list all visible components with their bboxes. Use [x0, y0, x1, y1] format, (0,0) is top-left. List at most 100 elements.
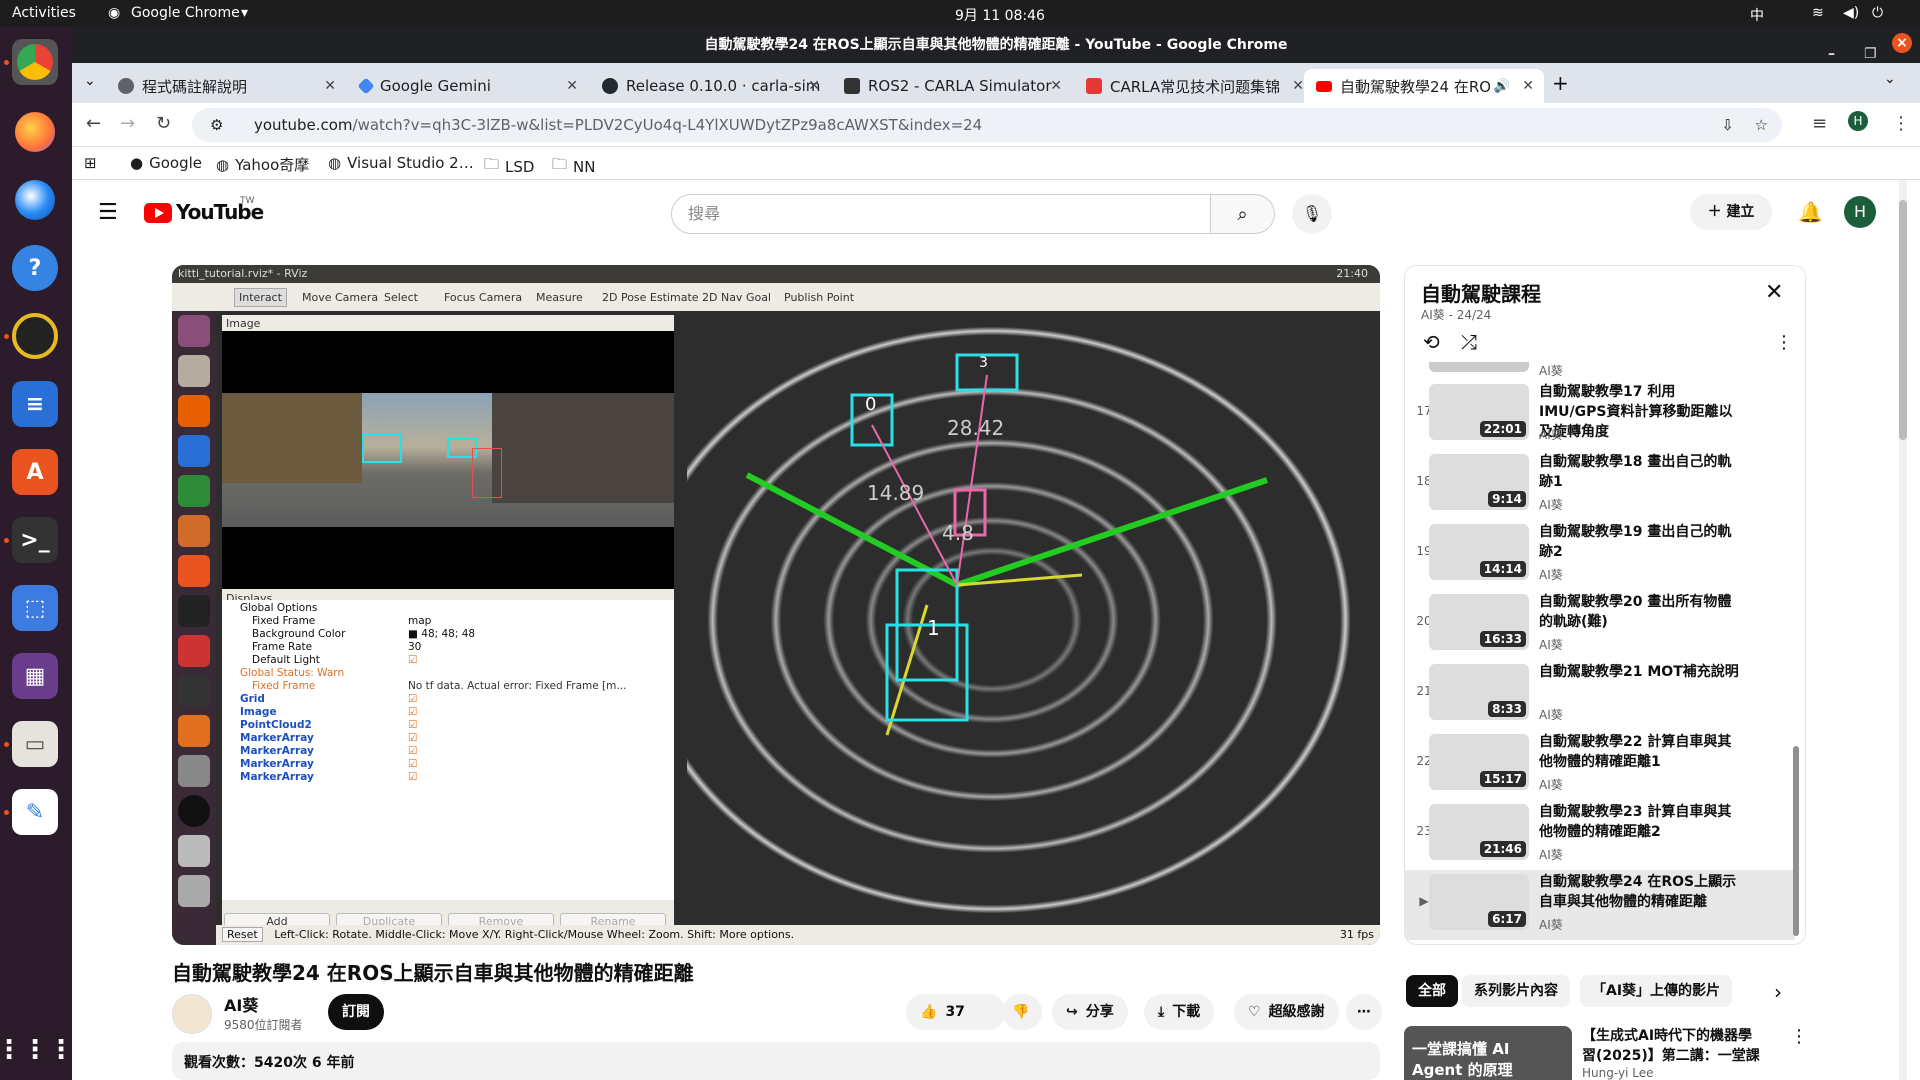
software-icon[interactable]: A	[12, 449, 58, 495]
voice-search-icon[interactable]: 🎙	[1292, 194, 1332, 234]
page-scrollbar[interactable]	[1899, 180, 1907, 1080]
volume-icon[interactable]: ◀)	[1843, 5, 1859, 21]
playlist-item-channel: AI葵	[1539, 848, 1563, 862]
bookmark-folder-lsd[interactable]: 🗀 LSD	[484, 154, 534, 179]
tab-4[interactable]: ROS2 - CARLA Simulator ✕	[832, 69, 1072, 103]
tab-search-icon[interactable]: ⌄	[84, 73, 96, 89]
text-editor-icon[interactable]: ✎	[12, 789, 58, 835]
chrome-menu-icon[interactable]: ⋮	[1892, 113, 1910, 134]
shuffle-icon[interactable]: ⤮	[1461, 330, 1477, 354]
tab-list-icon[interactable]: ⌄	[1884, 71, 1896, 87]
notifications-bell-icon[interactable]: 🔔	[1798, 200, 1823, 224]
recommendation-title[interactable]: 【生成式AI時代下的機器學習(2025)】第二講：一堂課搞懂 ...	[1582, 1026, 1762, 1066]
youtube-logo-icon[interactable]	[144, 203, 172, 223]
reload-icon[interactable]: ↻	[156, 113, 171, 134]
search-button[interactable]: ⌕	[1211, 194, 1275, 234]
speaker-icon[interactable]: 🔊	[1494, 79, 1510, 94]
wifi-icon[interactable]: ≋	[1812, 5, 1824, 21]
description-box[interactable]: 觀看次數：5420次 6 年前	[172, 1042, 1380, 1080]
thunderbird-icon[interactable]	[12, 177, 58, 223]
playlist-item[interactable]: 20 16:33 自動駕駛教學20 畫出所有物體的軌跡(難) AI葵	[1405, 590, 1795, 660]
close-tab-icon[interactable]: ✕	[566, 78, 578, 94]
chip-series[interactable]: 系列影片內容	[1462, 975, 1570, 1007]
site-info-icon[interactable]: ⚙	[210, 108, 223, 142]
playlist-item[interactable]: ▶ 6:17 自動駕駛教學24 在ROS上顯示自車與其他物體的精確距離 AI葵	[1405, 870, 1795, 940]
activities-button[interactable]: Activities	[12, 5, 76, 21]
bookmark-star-icon[interactable]: ☆	[1755, 108, 1768, 142]
bookmark-google[interactable]: ● Google	[130, 154, 202, 172]
video-icon[interactable]: ▦	[12, 653, 58, 699]
channel-name[interactable]: AI葵	[224, 992, 258, 1016]
channel-avatar[interactable]	[172, 994, 212, 1034]
super-thanks-button[interactable]: ♡ 超級感謝	[1234, 994, 1339, 1030]
tab-6-active[interactable]: 自動駕駛教學24 在RO 🔊 ✕	[1304, 69, 1544, 103]
close-tab-icon[interactable]: ✕	[324, 78, 336, 94]
input-method[interactable]: 中	[1750, 5, 1764, 25]
playlist-item[interactable]: 19 14:14 自動駕駛教學19 畫出自己的軌跡2 AI葵	[1405, 520, 1795, 590]
playlist-scrollbar[interactable]	[1793, 366, 1799, 936]
media-control-icon[interactable]: ≡	[1812, 113, 1827, 134]
displays-tree: Global Options Fixed Frame map Background…	[222, 600, 674, 900]
power-icon[interactable]: ⏻	[1872, 5, 1883, 21]
bookmark-folder-nn[interactable]: 🗀 NN	[552, 154, 595, 179]
terminal-icon[interactable]: >_	[12, 517, 58, 563]
forward-icon[interactable]: →	[120, 113, 135, 134]
close-tab-icon[interactable]: ✕	[1522, 78, 1534, 94]
playlist-item[interactable]: 18 9:14 自動駕駛教學18 畫出自己的軌跡1 AI葵	[1405, 450, 1795, 520]
playlist-item[interactable]: 17 22:01 自動駕駛教學17 利用IMU/GPS資料計算移動距離以及旋轉角度 A…	[1405, 380, 1795, 450]
chrome-icon[interactable]	[12, 39, 58, 85]
more-actions-button[interactable]: ⋯	[1346, 994, 1382, 1030]
tab-1[interactable]: 程式碼註解說明 ✕	[106, 69, 346, 103]
bookmark-yahoo[interactable]: ◍ Yahoo奇摩	[216, 154, 309, 175]
chip-next-icon[interactable]: ›	[1774, 980, 1782, 1004]
clock[interactable]: 9月 11 08:46	[955, 5, 1045, 25]
youtube-favicon-icon	[1316, 80, 1332, 92]
chip-channel-uploads[interactable]: 「AI葵」上傳的影片	[1580, 975, 1733, 1007]
back-icon[interactable]: ←	[86, 113, 101, 134]
dislike-button[interactable]: 👎	[1002, 994, 1042, 1030]
close-window-icon[interactable]: ×	[1892, 33, 1912, 53]
screenshot-icon[interactable]: ⬚	[12, 585, 58, 631]
files-icon[interactable]: ▭	[12, 721, 58, 767]
profile-avatar[interactable]: H	[1848, 111, 1868, 131]
writer-icon[interactable]: ≡	[12, 381, 58, 427]
chip-all[interactable]: 全部	[1406, 975, 1458, 1007]
hamburger-menu-icon[interactable]: ☰	[98, 200, 118, 225]
account-avatar[interactable]: H	[1844, 196, 1876, 228]
tab-5[interactable]: CARLA常见技术问题集锦 ✕	[1074, 69, 1314, 103]
tab-3[interactable]: Release 0.10.0 · carla-sim ✕	[590, 69, 830, 103]
close-tab-icon[interactable]: ✕	[1050, 78, 1062, 94]
tab-2[interactable]: Google Gemini ✕	[348, 69, 588, 103]
loop-icon[interactable]: ⟲	[1423, 330, 1440, 354]
rhythmbox-icon[interactable]	[12, 313, 58, 359]
tab-favicon-icon	[118, 78, 134, 94]
address-bar[interactable]: ⚙ youtube.com/watch?v=qh3C-3lZB-w&list=P…	[192, 108, 1782, 142]
recommendation-thumbnail[interactable]: 一堂課搞懂 AI Agent 的原理	[1404, 1026, 1572, 1080]
search-input[interactable]: 搜尋	[671, 194, 1211, 234]
video-player[interactable]: kitti_tutorial.rviz* - RViz 21:40 Interac…	[172, 265, 1380, 945]
show-apps-icon[interactable]: ⋮⋮⋮	[0, 1027, 74, 1073]
download-button[interactable]: ⤓ 下載	[1144, 994, 1215, 1030]
app-menu[interactable]: Google Chrome	[131, 5, 240, 21]
like-button[interactable]: 👍 37	[906, 994, 1006, 1030]
playlist-item[interactable]: 22 15:17 自動駕駛教學22 計算自車與其他物體的精確距離1 AI葵	[1405, 730, 1795, 800]
close-tab-icon[interactable]: ✕	[808, 78, 820, 94]
share-button[interactable]: ↪ 分享	[1052, 994, 1128, 1030]
close-tab-icon[interactable]: ✕	[1292, 78, 1304, 94]
install-icon[interactable]: ⇩	[1721, 108, 1734, 142]
subscribe-button[interactable]: 訂閱	[328, 994, 384, 1030]
bookmark-visual-studio[interactable]: ◍ Visual Studio 2…	[328, 154, 474, 172]
firefox-icon[interactable]	[12, 109, 58, 155]
create-button[interactable]: ＋ 建立	[1690, 194, 1772, 230]
help-icon[interactable]: ?	[12, 245, 58, 291]
playlist-title[interactable]: 自動駕駛課程	[1421, 278, 1541, 307]
close-playlist-icon[interactable]: ✕	[1765, 280, 1783, 305]
playlist-item[interactable]: 23 21:46 自動駕駛教學23 計算自車與其他物體的精確距離2 AI葵	[1405, 800, 1795, 870]
new-tab-button[interactable]: +	[1552, 71, 1569, 95]
playlist-item[interactable]: 21 8:33 自動駕駛教學21 MOT補充說明 AI葵	[1405, 660, 1795, 730]
playlist-item-title: 自動駕駛教學19 畫出自己的軌跡2	[1539, 524, 1732, 560]
recommendation-menu-icon[interactable]: ⋮	[1790, 1026, 1808, 1047]
playlist-menu-icon[interactable]: ⋮	[1775, 332, 1793, 353]
apps-grid-icon[interactable]: ⊞	[84, 154, 97, 172]
detection-box	[472, 448, 502, 498]
